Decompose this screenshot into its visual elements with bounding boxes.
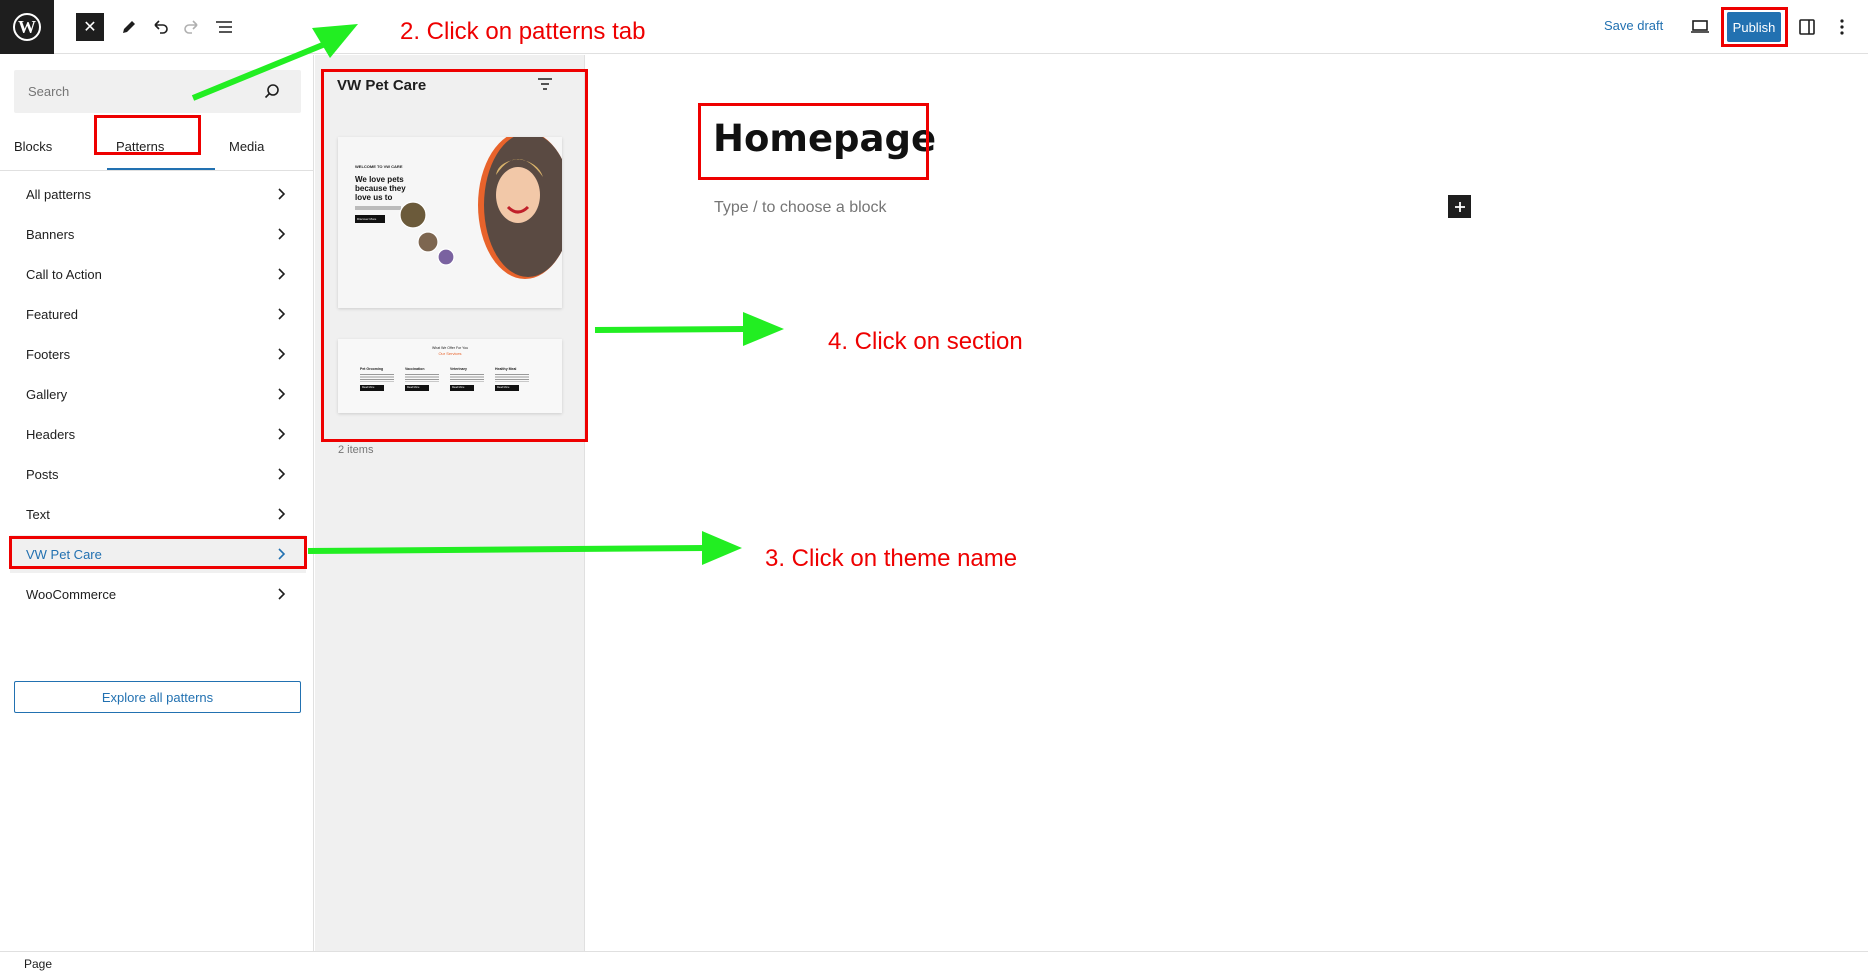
annotation-step-2: 2. Click on patterns tab xyxy=(400,18,646,45)
explore-all-patterns-button[interactable]: Explore all patterns xyxy=(14,681,301,713)
list-view-icon xyxy=(216,21,232,33)
add-block-button[interactable] xyxy=(1448,195,1471,218)
annotation-box-theme-category xyxy=(9,536,307,569)
redo-button[interactable] xyxy=(178,13,206,41)
pattern-category-item[interactable]: Text xyxy=(10,495,306,533)
annotation-step-4: 4. Click on section xyxy=(828,328,1023,355)
tools-edit-button[interactable] xyxy=(115,13,143,41)
pattern-category-item[interactable]: Footers xyxy=(10,335,306,373)
pattern-category-item[interactable]: Gallery xyxy=(10,375,306,413)
chevron-right-icon xyxy=(278,228,286,240)
wordpress-icon: W xyxy=(13,13,41,41)
undo-icon xyxy=(154,20,168,34)
desktop-preview-icon xyxy=(1691,20,1709,33)
plus-icon xyxy=(1454,201,1465,212)
breadcrumb-page[interactable]: Page xyxy=(24,957,52,971)
annotation-step-3: 3. Click on theme name xyxy=(765,545,1018,572)
pattern-category-label: Footers xyxy=(26,346,71,362)
annotation-box-pattern-section xyxy=(321,69,588,442)
redo-icon xyxy=(184,20,198,34)
active-tab-indicator xyxy=(107,168,215,170)
chevron-right-icon xyxy=(278,348,286,360)
annotation-box-publish xyxy=(1721,7,1788,47)
pattern-category-label: Headers xyxy=(26,426,76,442)
document-overview-button[interactable] xyxy=(210,13,238,41)
pattern-category-item[interactable]: WooCommerce xyxy=(10,575,306,613)
chevron-right-icon xyxy=(278,388,286,400)
pattern-category-label: Call to Action xyxy=(26,266,102,282)
chevron-right-icon xyxy=(278,308,286,320)
pattern-category-label: All patterns xyxy=(26,186,92,202)
pattern-category-label: Posts xyxy=(26,466,59,482)
chevron-right-icon xyxy=(278,428,286,440)
chevron-right-icon xyxy=(278,268,286,280)
pattern-category-item[interactable]: Featured xyxy=(10,295,306,333)
editor-top-toolbar: W ✕ Save draft Publish xyxy=(0,0,1868,54)
block-appender-placeholder[interactable]: Type / to choose a block xyxy=(714,199,887,217)
save-draft-button[interactable]: Save draft xyxy=(1604,18,1663,33)
tab-blocks[interactable]: Blocks xyxy=(14,139,52,154)
annotation-box-patterns-tab xyxy=(94,115,201,155)
chevron-right-icon xyxy=(278,508,286,520)
options-menu-button[interactable] xyxy=(1828,13,1856,41)
more-vertical-icon xyxy=(1840,19,1844,35)
pattern-category-label: Banners xyxy=(26,226,75,242)
sidebar-toggle-icon xyxy=(1799,19,1815,35)
wordpress-logo-button[interactable]: W xyxy=(0,0,54,54)
chevron-right-icon xyxy=(278,588,286,600)
undo-button[interactable] xyxy=(146,13,174,41)
chevron-right-icon xyxy=(278,468,286,480)
chevron-right-icon xyxy=(278,188,286,200)
pattern-category-item[interactable]: All patterns xyxy=(10,175,306,213)
search-placeholder: Search xyxy=(28,84,70,99)
pattern-category-item[interactable]: Banners xyxy=(10,215,306,253)
arrow-to-section xyxy=(594,312,784,346)
pattern-category-label: Text xyxy=(26,506,50,522)
pattern-category-item[interactable]: Call to Action xyxy=(10,255,306,293)
preview-button[interactable] xyxy=(1686,13,1714,41)
pencil-icon xyxy=(123,21,135,33)
tab-media[interactable]: Media xyxy=(229,139,264,154)
pattern-count: 2 items xyxy=(338,444,374,456)
inserter-search-input[interactable]: Search xyxy=(14,70,301,113)
pattern-category-item[interactable]: Headers xyxy=(10,415,306,453)
pattern-category-label: Featured xyxy=(26,306,79,322)
svg-text:W: W xyxy=(18,17,36,37)
editor-footer-breadcrumb: Page xyxy=(0,951,1868,976)
close-inserter-button[interactable]: ✕ xyxy=(76,13,104,41)
search-icon xyxy=(264,84,279,99)
settings-sidebar-button[interactable] xyxy=(1793,13,1821,41)
block-inserter-panel: Search Blocks Patterns Media All pattern… xyxy=(0,55,314,976)
pattern-category-item[interactable]: Posts xyxy=(10,455,306,493)
pattern-category-label: WooCommerce xyxy=(26,586,117,602)
pattern-category-label: Gallery xyxy=(26,386,68,402)
editor-window: W ✕ Save draft Publish Search Blocks Pat… xyxy=(0,0,1868,976)
annotation-box-page-title xyxy=(698,103,929,180)
